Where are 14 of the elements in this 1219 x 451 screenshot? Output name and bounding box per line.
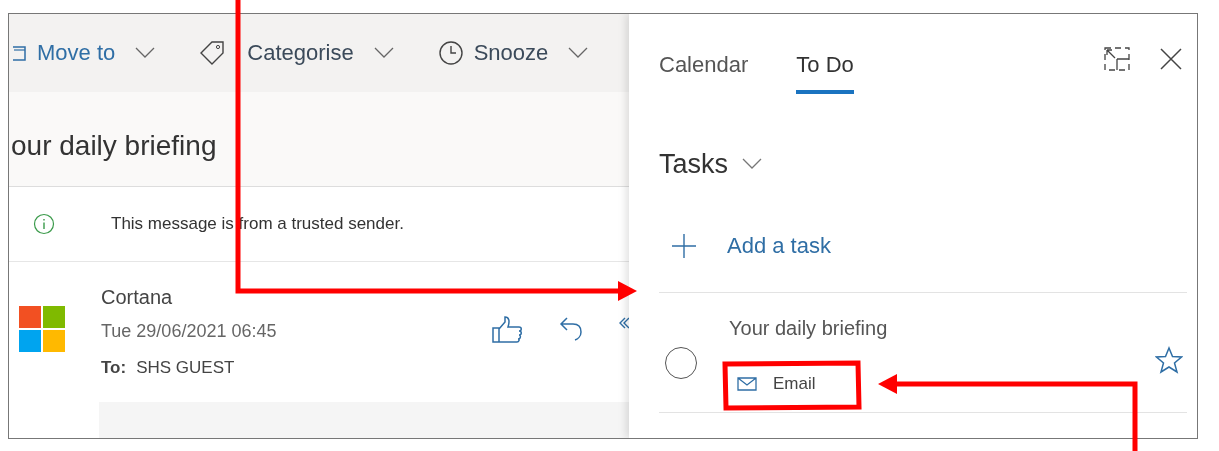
toolbar-button[interactable]: Snooze	[437, 40, 589, 66]
message-date: Tue 29/06/2021 06:45	[101, 321, 277, 342]
tab[interactable]: Calendar	[659, 38, 749, 94]
toolbar-button[interactable]: Move to	[13, 40, 156, 66]
message-subject: our daily briefing	[11, 130, 217, 162]
toolbar-button[interactable]: Categorise	[199, 40, 394, 66]
task-title: Your daily briefing	[729, 317, 888, 340]
to-label: To:	[101, 358, 127, 378]
sender-name: Cortana	[101, 286, 174, 309]
list-title[interactable]: Tasks	[659, 148, 729, 180]
recipient-name: SHS GUEST	[136, 358, 235, 378]
tab[interactable]: To Do	[796, 38, 854, 94]
add-task-link[interactable]: Add a task	[727, 233, 831, 259]
task-source[interactable]: Email	[773, 374, 816, 394]
